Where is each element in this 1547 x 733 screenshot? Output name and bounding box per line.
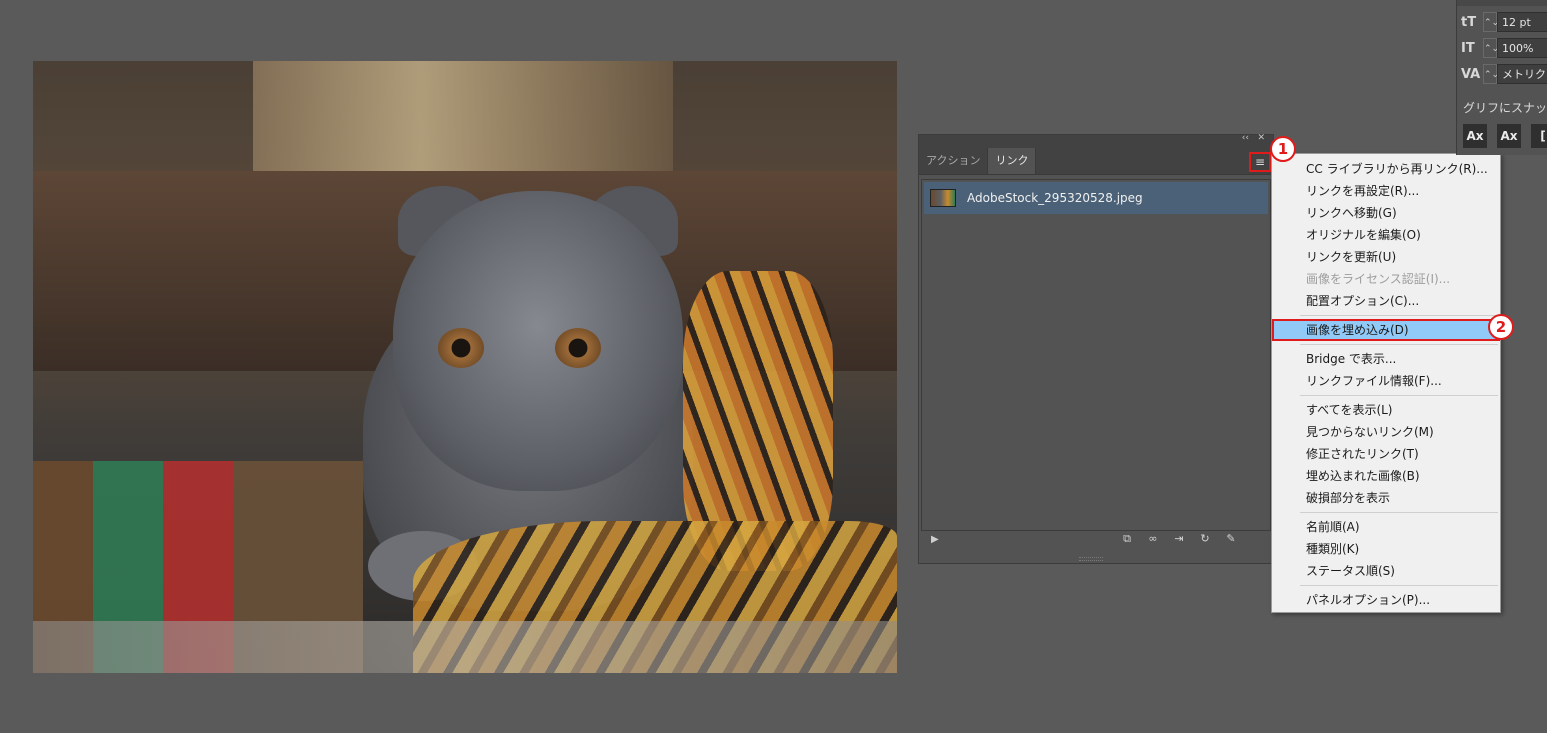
font-size-field[interactable]: 12 pt [1497, 12, 1547, 32]
menu-item-edit-original[interactable]: オリジナルを編集(O) [1272, 224, 1500, 246]
tab-actions[interactable]: アクション [919, 148, 987, 174]
annotation-badge-2: 2 [1488, 314, 1514, 340]
menu-separator [1300, 395, 1498, 396]
menu-item-embedded-images[interactable]: 埋め込まれた画像(B) [1272, 465, 1500, 487]
snap-xheight-icon[interactable]: Ax [1497, 124, 1521, 148]
collapse-panel-icon[interactable]: ‹‹ [1242, 133, 1249, 143]
panel-tabs: アクション リンク ≡ [919, 147, 1273, 175]
vertical-scale-field[interactable]: 100% [1497, 38, 1547, 58]
links-panel: ‹‹ ✕ アクション リンク ≡ AdobeStock_295320528.jp… [918, 133, 1274, 564]
menu-item-modified-links[interactable]: 修正されたリンク(T) [1272, 443, 1500, 465]
edit-original-icon[interactable]: ✎ [1223, 532, 1239, 546]
annotation-badge-1: 1 [1270, 136, 1296, 162]
photo-cat-head [393, 191, 683, 491]
photo-window-light [253, 61, 673, 181]
link-filename: AdobeStock_295320528.jpeg [967, 191, 1143, 205]
snap-baseline-icon[interactable]: Ax [1463, 124, 1487, 148]
menu-item-missing-links[interactable]: 見つからないリンク(M) [1272, 421, 1500, 443]
menu-item-update-link[interactable]: リンクを更新(U) [1272, 246, 1500, 268]
panel-menu-icon[interactable]: ≡ [1249, 152, 1271, 172]
menu-item-link-file-info[interactable]: リンクファイル情報(F)... [1272, 370, 1500, 392]
list-item[interactable]: AdobeStock_295320528.jpeg [924, 182, 1268, 214]
close-panel-icon[interactable]: ✕ [1257, 133, 1265, 143]
panel-title-strip: ‹‹ ✕ [919, 133, 1273, 147]
character-panel: tT ⌃⌄ 12 pt IT ⌃⌄ 100% VA ⌃⌄ メトリク グリフにスナ… [1456, 0, 1547, 155]
menu-item-panel-options[interactable]: パネルオプション(P)... [1272, 589, 1500, 611]
vertical-scale-icon: IT [1461, 40, 1475, 56]
menu-separator [1300, 315, 1498, 316]
photo-floor [33, 621, 897, 673]
menu-item-sort-name[interactable]: 名前順(A) [1272, 516, 1500, 538]
tab-links[interactable]: リンク [987, 148, 1037, 174]
vertical-scale-stepper[interactable]: ⌃⌄ [1483, 38, 1499, 58]
resize-grip[interactable] [1079, 557, 1103, 561]
links-panel-menu: CC ライブラリから再リンク(R)... リンクを再設定(R)... リンクへ移… [1271, 153, 1501, 613]
kerning-icon: VA [1461, 66, 1481, 82]
menu-item-place-options[interactable]: 配置オプション(C)... [1272, 290, 1500, 312]
menu-separator [1300, 344, 1498, 345]
glyph-snap-buttons: Ax Ax [ [1463, 124, 1547, 148]
update-link-icon[interactable]: ↻ [1197, 532, 1213, 546]
menu-item-show-in-bridge[interactable]: Bridge で表示... [1272, 348, 1500, 370]
relink-icon[interactable]: ∞ [1145, 532, 1161, 546]
panel-edge [1457, 0, 1547, 6]
menu-item-relink-cc[interactable]: CC ライブラリから再リンク(R)... [1272, 158, 1500, 180]
canvas-image[interactable] [33, 61, 897, 673]
panel-footer: ▶ ⧉ ∞ ⇥ ↻ ✎ [919, 527, 1273, 551]
menu-item-sort-kind[interactable]: 種類別(K) [1272, 538, 1500, 560]
relink-cc-icon[interactable]: ⧉ [1119, 532, 1135, 546]
font-size-row: tT ⌃⌄ 12 pt [1461, 11, 1547, 33]
photo-cat-eye-left [438, 328, 484, 368]
menu-item-sort-status[interactable]: ステータス順(S) [1272, 560, 1500, 582]
menu-separator [1300, 512, 1498, 513]
font-size-icon: tT [1461, 14, 1477, 30]
menu-item-show-all[interactable]: すべてを表示(L) [1272, 399, 1500, 421]
link-thumbnail [930, 189, 956, 207]
menu-item-license-image: 画像をライセンス認証(I)... [1306, 272, 1451, 286]
kerning-row: VA ⌃⌄ メトリク [1461, 63, 1547, 85]
kerning-stepper[interactable]: ⌃⌄ [1483, 64, 1499, 84]
menu-item-goto-link[interactable]: リンクへ移動(G) [1272, 202, 1500, 224]
vertical-scale-row: IT ⌃⌄ 100% [1461, 37, 1547, 59]
menu-item-relink[interactable]: リンクを再設定(R)... [1272, 180, 1500, 202]
menu-separator [1300, 585, 1498, 586]
links-list: AdobeStock_295320528.jpeg [921, 179, 1271, 531]
glyph-snap-label: グリフにスナッ [1463, 101, 1547, 115]
show-info-toggle-icon[interactable]: ▶ [931, 534, 939, 545]
font-size-stepper[interactable]: ⌃⌄ [1483, 12, 1499, 32]
goto-link-icon[interactable]: ⇥ [1171, 532, 1187, 546]
kerning-field[interactable]: メトリク [1497, 64, 1547, 84]
snap-bounds-icon[interactable]: [ [1531, 124, 1547, 148]
menu-item-embed-image[interactable]: 画像を埋め込み(D) [1272, 319, 1500, 341]
menu-item-show-broken[interactable]: 破損部分を表示 [1272, 487, 1500, 509]
photo-cat-eye-right [555, 328, 601, 368]
